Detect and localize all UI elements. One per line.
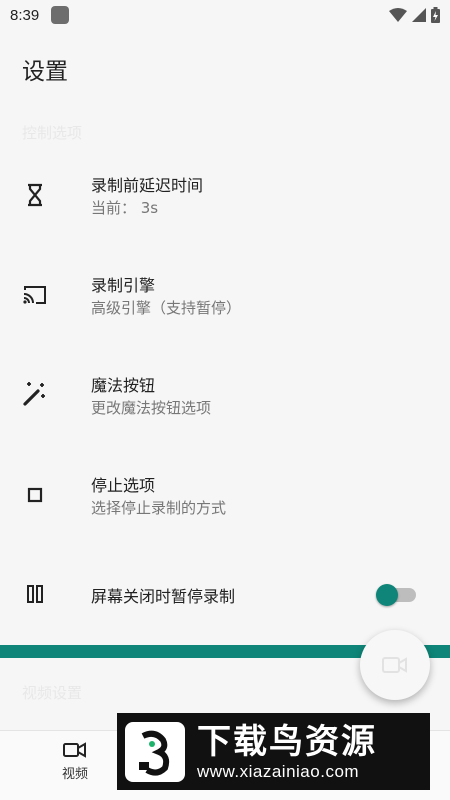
nav-label-video: 视频 [61, 767, 88, 782]
pref-record-delay[interactable]: 录制前延迟时间 当前： 3s [0, 145, 450, 245]
pref-stop-options[interactable]: 停止选项 选择停止录制的方式 [0, 445, 450, 545]
pause-toggle-switch[interactable] [376, 584, 416, 606]
pref-summary: 当前： 3s [91, 199, 159, 217]
stop-icon [22, 482, 48, 508]
section-header-video-settings: 视频设置 [22, 684, 83, 702]
watermark-banner: 下载鸟资源 www.xiazainiao.com [117, 713, 430, 790]
signal-icon [412, 8, 426, 22]
magic-wand-icon [22, 380, 48, 406]
record-fab[interactable] [360, 630, 430, 700]
video-camera-icon [63, 742, 86, 758]
pref-summary: 选择停止录制的方式 [91, 499, 227, 517]
video-camera-icon [382, 657, 407, 673]
pause-icon [22, 581, 48, 607]
watermark-url: www.xiazainiao.com [197, 761, 360, 781]
pref-title: 魔法按钮 [91, 376, 156, 395]
watermark-text: 下载鸟资源 www.xiazainiao.com [197, 722, 377, 782]
pref-title: 录制前延迟时间 [91, 176, 204, 195]
pref-title: 屏幕关闭时暂停录制 [91, 587, 236, 606]
pref-summary: 高级引擎（支持暂停） [91, 299, 242, 317]
battery-icon [431, 7, 440, 23]
wifi-icon [389, 8, 407, 22]
pref-magic-button[interactable]: 魔法按钮 更改魔法按钮选项 [0, 345, 450, 445]
status-icons [389, 7, 440, 23]
pref-record-engine[interactable]: 录制引擎 高级引擎（支持暂停） [0, 245, 450, 345]
status-time: 8:39 [10, 6, 40, 24]
switch-thumb [376, 584, 398, 606]
pref-summary: 更改魔法按钮选项 [91, 399, 212, 417]
app-notification-icon [51, 6, 70, 24]
page-title: 设置 [22, 59, 68, 85]
status-bar: 8:39 [0, 0, 450, 30]
hourglass-icon [22, 182, 48, 208]
nav-item-video[interactable]: 视频 [40, 741, 110, 797]
pref-title: 停止选项 [91, 476, 156, 495]
section-header-record-options: 控制选项 [22, 124, 83, 142]
pref-title: 录制引擎 [91, 276, 156, 295]
watermark-title: 下载鸟资源 [197, 721, 377, 762]
cast-icon [22, 282, 48, 308]
bird-logo-icon [125, 721, 185, 782]
